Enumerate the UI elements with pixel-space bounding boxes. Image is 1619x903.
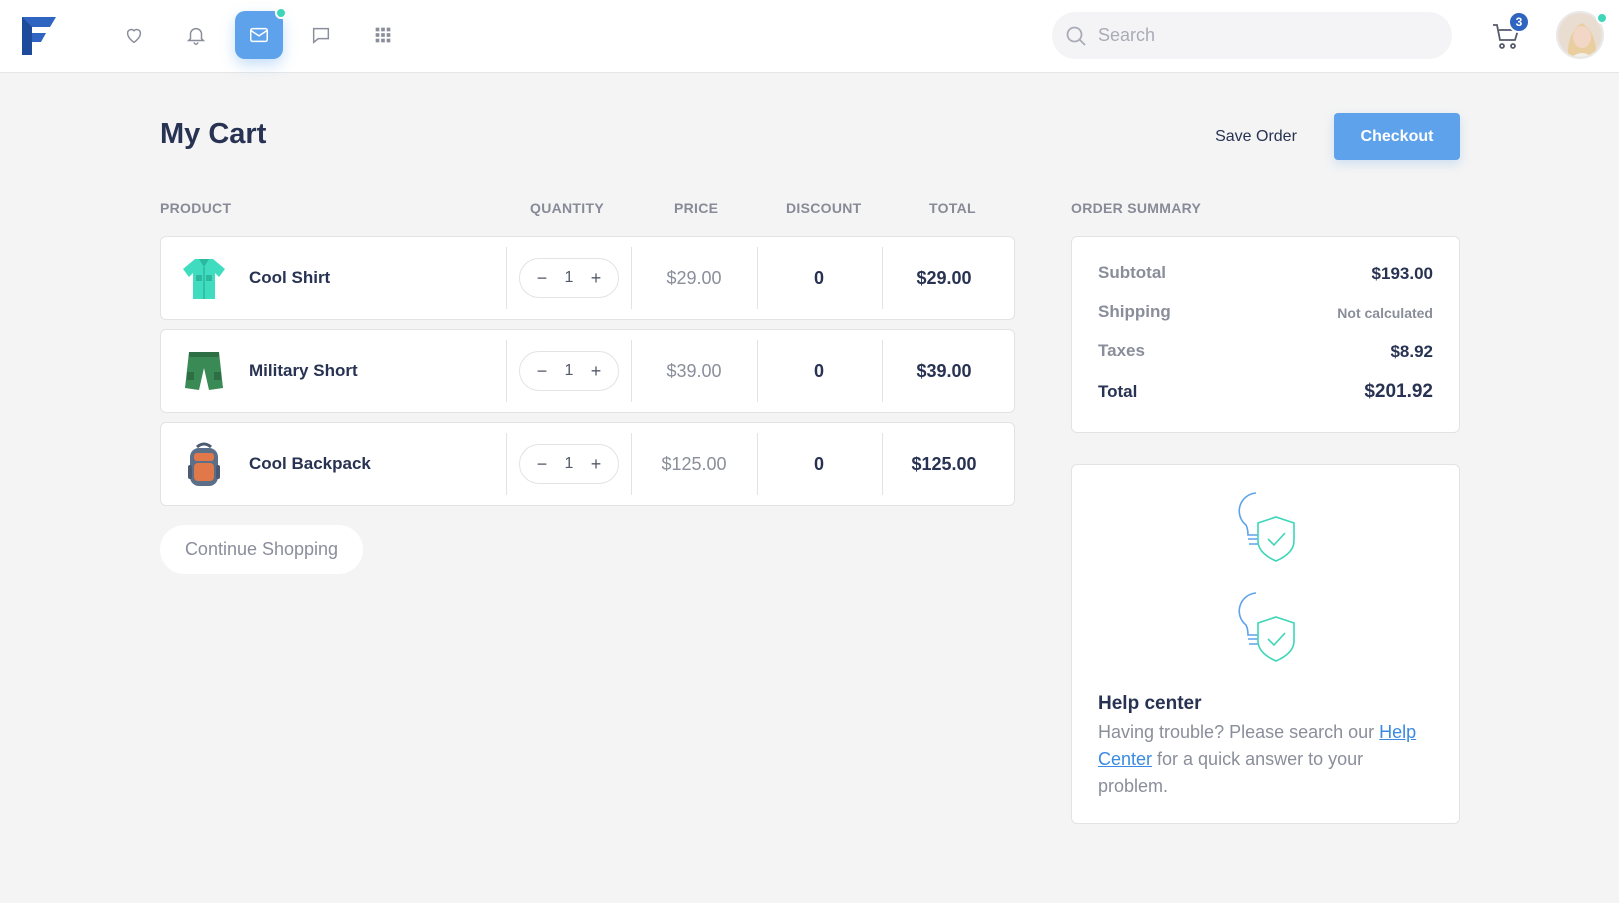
decrease-quantity-button[interactable]: − [534,361,550,382]
order-summary-card: Subtotal $193.00 Shipping Not calculated… [1071,236,1460,433]
taxes-label: Taxes [1098,341,1145,360]
cart-row: Cool Backpack − 1 + $125.00 0 $125.00 [160,422,1015,506]
increase-quantity-button[interactable]: + [588,361,604,382]
subtotal-label: Subtotal [1098,263,1166,282]
quantity-value: 1 [564,455,574,472]
row-total-value: $125.00 [911,454,977,474]
column-header-quantity: QUANTITY [530,200,604,216]
cart-row: Cool Shirt − 1 + $29.00 0 $29.00 [160,236,1015,320]
chat-icon [312,27,330,44]
quantity-stepper: − 1 + [519,351,619,391]
heart-icon [126,28,142,44]
page-title: My Cart [160,118,267,150]
discount-value: 0 [813,454,824,474]
price-value: $39.00 [666,361,722,381]
price-value: $125.00 [661,454,727,474]
lightbulb-shield-icon [1238,592,1295,662]
bell-icon [186,27,206,45]
column-header-product: PRODUCT [160,200,232,216]
cell-divider [506,247,507,309]
discount-value: 0 [813,361,824,381]
backpack-icon [188,442,220,486]
row-total-value: $39.00 [916,361,972,381]
column-header-price: PRICE [674,200,719,216]
help-text-before: Having trouble? Please search our [1098,722,1380,742]
messages-button[interactable] [235,7,287,59]
taxes-value: $8.92 [1390,342,1433,361]
price-value: $29.00 [666,268,722,288]
increase-quantity-button[interactable]: + [588,454,604,475]
unread-dot [275,7,287,19]
cart-count-badge: 3 [1508,11,1530,33]
shipping-value: Not calculated [1337,305,1433,321]
continue-shopping-button[interactable]: Continue Shopping [160,525,363,574]
discount-value: 0 [813,268,824,288]
quantity-value: 1 [564,362,574,379]
apps-grid-icon [375,27,391,43]
shorts-icon [185,352,223,390]
column-header-discount: DISCOUNT [786,200,862,216]
column-header-total: TOTAL [929,200,976,216]
quantity-stepper: − 1 + [519,444,619,484]
row-total-value: $29.00 [916,268,972,288]
decrease-quantity-button[interactable]: − [534,268,550,289]
help-center-card: Help center Having trouble? Please searc… [1071,464,1460,824]
brand-logo[interactable] [20,15,56,57]
increase-quantity-button[interactable]: + [588,268,604,289]
search-bar [1052,12,1452,59]
total-label: Total [1098,382,1138,401]
cell-divider [506,433,507,495]
product-name[interactable]: Cool Shirt [249,268,330,288]
decrease-quantity-button[interactable]: − [534,454,550,475]
shipping-label: Shipping [1098,302,1171,321]
product-name[interactable]: Cool Backpack [249,454,371,474]
top-navbar: 3 [0,0,1619,73]
help-center-text: Having trouble? Please search our Help C… [1098,719,1428,800]
subtotal-value: $193.00 [1371,264,1433,283]
checkout-button[interactable]: Checkout [1334,113,1460,160]
grand-total-value: $201.92 [1364,381,1433,402]
cart-row: Military Short − 1 + $39.00 0 $39.00 [160,329,1015,413]
chat-button[interactable] [297,11,345,59]
quantity-stepper: − 1 + [519,258,619,298]
order-summary-heading: ORDER SUMMARY [1071,200,1202,216]
notifications-button[interactable] [172,11,220,59]
shirt-icon [183,259,225,299]
cell-divider [506,340,507,402]
mail-icon [250,27,268,43]
lightbulb-shield-icon [1238,492,1295,562]
search-icon [1066,26,1086,46]
apps-button[interactable] [359,11,407,59]
online-status-dot [1596,12,1608,24]
favorites-button[interactable] [110,11,158,59]
product-name[interactable]: Military Short [249,361,358,381]
help-center-title: Help center [1098,693,1202,714]
save-order-button[interactable]: Save Order [1190,113,1322,160]
quantity-value: 1 [564,269,574,286]
search-input[interactable] [1098,12,1438,59]
